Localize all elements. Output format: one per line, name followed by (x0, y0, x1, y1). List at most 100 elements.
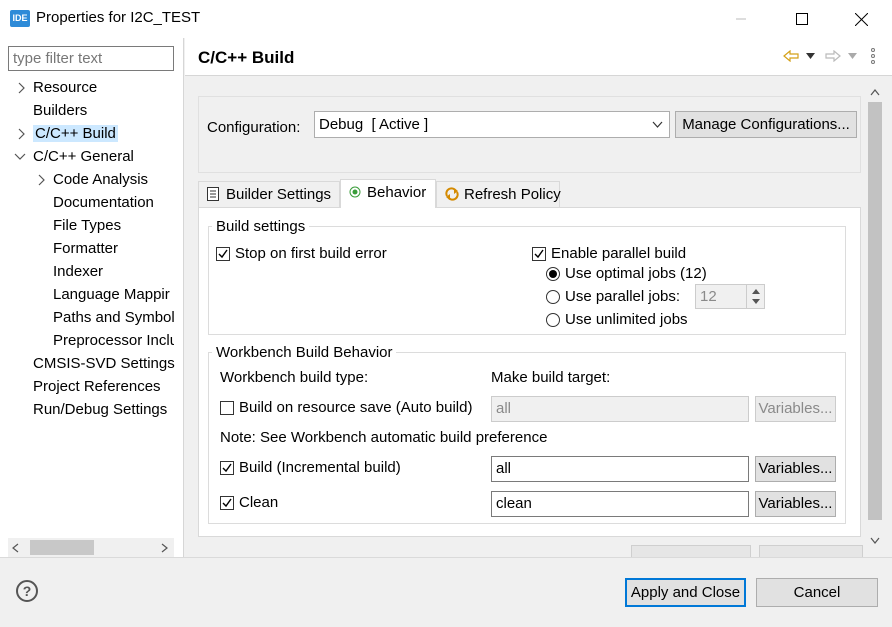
cancel-button[interactable]: Cancel (756, 578, 878, 607)
sidebar-item-formatter[interactable]: Formatter (53, 238, 118, 260)
sidebar-item-paths-and-symbols[interactable]: Paths and Symbol (53, 307, 174, 329)
tab-label: Behavior (367, 184, 427, 201)
spinner-buttons[interactable] (746, 285, 764, 308)
checkbox-label: Clean (239, 494, 279, 511)
apply-and-close-button[interactable]: Apply and Close (625, 578, 746, 607)
checkbox-box[interactable] (220, 460, 234, 475)
main-panel: C/C++ Build Configuration: Debug [ Activ… (185, 38, 892, 557)
clean-target-field[interactable]: clean (491, 491, 749, 517)
restore-defaults-button[interactable] (631, 545, 751, 557)
maximize-icon (796, 13, 808, 25)
chevron-down-icon (652, 121, 663, 128)
radio-button[interactable] (546, 289, 560, 304)
dialog-footer: ? Apply and Close Cancel (0, 557, 892, 627)
radio-button[interactable] (546, 266, 560, 281)
spinner-down-icon[interactable] (752, 299, 760, 304)
sidebar-item-file-types[interactable]: File Types (53, 215, 121, 237)
checkbox-box[interactable] (220, 495, 234, 510)
auto-build-checkbox[interactable]: Build on resource save (Auto build) (220, 399, 472, 416)
minimize-button[interactable] (712, 0, 770, 38)
checkbox-box[interactable] (220, 400, 234, 415)
sidebar-item-documentation[interactable]: Documentation (53, 192, 154, 214)
workbench-note: Note: See Workbench automatic build pref… (220, 429, 548, 446)
sidebar-item-code-analysis[interactable]: Code Analysis (36, 169, 148, 191)
sidebar-item-builders[interactable]: Builders (33, 100, 87, 122)
window-title: Properties for I2C_TEST (36, 9, 201, 26)
close-icon (854, 12, 868, 26)
sidebar-item-cpp-general[interactable]: C/C++ General (14, 146, 134, 168)
sidebar-item-cmsis-svd[interactable]: CMSIS-SVD Settings (33, 353, 175, 375)
workbench-legend: Workbench Build Behavior (216, 344, 393, 361)
refresh-icon (445, 187, 459, 201)
sidebar-item-label: Documentation (53, 194, 154, 211)
horizontal-scrollbar[interactable] (8, 538, 174, 557)
close-button[interactable] (832, 0, 890, 38)
workbench-type-label: Workbench build type: (220, 369, 369, 386)
checkbox-box[interactable] (216, 246, 230, 261)
optimal-jobs-radio[interactable]: Use optimal jobs (12) (546, 265, 707, 282)
sidebar-item-project-references[interactable]: Project References (33, 376, 161, 398)
configuration-select[interactable]: Debug [ Active ] (314, 111, 670, 138)
view-menu-icon[interactable] (871, 48, 875, 64)
sidebar-item-run-debug[interactable]: Run/Debug Settings (33, 399, 167, 421)
sidebar-item-label: Indexer (53, 263, 104, 280)
sidebar-item-label: Formatter (53, 240, 119, 257)
chevron-right-icon[interactable] (16, 77, 28, 99)
spinner-up-icon[interactable] (752, 289, 760, 294)
apply-button[interactable] (759, 545, 863, 557)
radio-button[interactable] (546, 312, 560, 327)
clean-checkbox[interactable]: Clean (220, 494, 278, 511)
scroll-left-icon[interactable] (12, 543, 19, 553)
forward-dropdown-icon[interactable] (848, 53, 857, 59)
auto-build-target-field[interactable]: all (491, 396, 749, 422)
unlimited-jobs-radio[interactable]: Use unlimited jobs (546, 311, 688, 328)
vertical-scrollbar[interactable] (865, 84, 885, 554)
sidebar-item-indexer[interactable]: Indexer (53, 261, 103, 283)
filter-input[interactable] (8, 46, 174, 71)
radio-label: Use optimal jobs (12) (565, 265, 707, 282)
auto-build-variables-button[interactable]: Variables... (755, 396, 836, 422)
tab-behavior[interactable]: Behavior (340, 179, 436, 208)
checkmark-icon (534, 249, 544, 258)
incremental-variables-button[interactable]: Variables... (755, 456, 836, 482)
scroll-right-icon[interactable] (161, 543, 168, 553)
scrollbar-thumb[interactable] (868, 102, 882, 520)
manage-configurations-button[interactable]: Manage Configurations... (675, 111, 857, 138)
sidebar-item-label: Builders (33, 102, 88, 119)
checkbox-box[interactable] (532, 246, 546, 261)
sidebar-item-cpp-build[interactable]: C/C++ Build (16, 123, 118, 145)
sidebar-item-label: C/C++ Build (33, 125, 118, 142)
tab-content: Build settings Stop on first build error… (198, 207, 861, 537)
parallel-build-checkbox[interactable]: Enable parallel build (532, 245, 686, 262)
incremental-build-target-field[interactable]: all (491, 456, 749, 482)
maximize-button[interactable] (773, 0, 831, 38)
parallel-jobs-spinner[interactable]: 12 (695, 284, 765, 309)
sidebar-item-label: Resource (33, 79, 98, 96)
sidebar-item-label: CMSIS-SVD Settings (33, 355, 175, 372)
sidebar-item-label: Project References (33, 378, 161, 395)
radio-label: Use unlimited jobs (565, 311, 688, 328)
sidebar-item-language-mappings[interactable]: Language Mappir (53, 284, 174, 306)
list-icon (207, 187, 219, 201)
chevron-down-icon[interactable] (14, 146, 26, 168)
chevron-right-icon[interactable] (16, 123, 28, 145)
help-button[interactable]: ? (16, 580, 38, 602)
incremental-build-checkbox[interactable]: Build (Incremental build) (220, 459, 401, 476)
back-arrow-icon[interactable] (783, 50, 799, 62)
clean-variables-button[interactable]: Variables... (755, 491, 836, 517)
scrollbar-thumb[interactable] (30, 540, 94, 555)
sidebar-item-label: Code Analysis (53, 171, 149, 188)
tab-refresh-policy[interactable]: Refresh Policy (436, 181, 561, 208)
tab-builder-settings[interactable]: Builder Settings (198, 181, 340, 208)
chevron-right-icon[interactable] (36, 169, 48, 191)
stop-on-error-checkbox[interactable]: Stop on first build error (216, 245, 387, 262)
parallel-jobs-radio[interactable]: Use parallel jobs: (546, 288, 680, 305)
sidebar-item-preprocessor-include[interactable]: Preprocessor Inclu (53, 330, 174, 352)
sidebar-item-resource[interactable]: Resource (16, 77, 97, 99)
checkmark-icon (222, 498, 232, 507)
scroll-down-icon[interactable] (870, 537, 880, 544)
forward-arrow-icon[interactable] (825, 50, 841, 62)
back-dropdown-icon[interactable] (806, 53, 815, 59)
radio-dot-icon (349, 186, 361, 198)
scroll-up-icon[interactable] (870, 89, 880, 96)
